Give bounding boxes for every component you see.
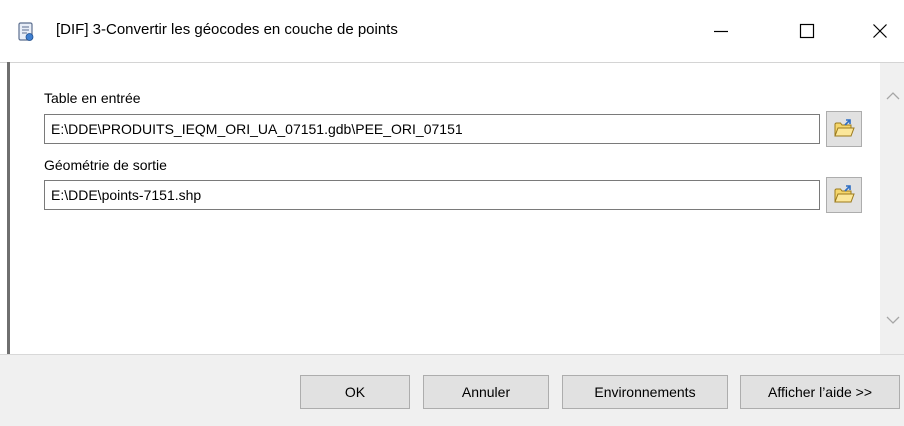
scroll-down-icon[interactable]	[886, 315, 900, 325]
script-tool-icon	[18, 22, 34, 41]
open-folder-icon	[834, 119, 855, 137]
title-bar[interactable]: [DIF] 3-Convertir les géocodes en couche…	[0, 0, 904, 62]
window-title: [DIF] 3-Convertir les géocodes en couche…	[56, 21, 398, 38]
environments-button[interactable]: Environnements	[562, 375, 728, 409]
input-table-label: Table en entrée	[44, 90, 141, 106]
ok-button[interactable]: OK	[300, 375, 410, 409]
scroll-up-icon[interactable]	[886, 91, 900, 101]
minimize-button[interactable]	[692, 0, 750, 62]
vertical-scrollbar[interactable]	[880, 63, 904, 354]
input-table-field[interactable]: E:\DDE\PRODUITS_IEQM_ORI_UA_07151.gdb\PE…	[44, 114, 820, 144]
close-icon	[873, 24, 887, 38]
maximize-button[interactable]	[778, 0, 836, 62]
output-geometry-field[interactable]: E:\DDE\points-7151.shp	[44, 180, 820, 210]
dialog-button-bar: OK Annuler Environnements Afficher l’aid…	[0, 354, 904, 426]
open-folder-icon	[834, 185, 855, 203]
close-button[interactable]	[851, 0, 904, 62]
show-help-button[interactable]: Afficher l’aide >>	[740, 375, 900, 409]
input-table-browse-button[interactable]	[826, 111, 862, 147]
cancel-button[interactable]: Annuler	[423, 375, 549, 409]
output-geometry-label: Géométrie de sortie	[44, 157, 167, 173]
output-geometry-browse-button[interactable]	[826, 177, 862, 213]
parameters-panel: Table en entrée E:\DDE\PRODUITS_IEQM_ORI…	[10, 63, 880, 354]
maximize-icon	[799, 23, 815, 39]
minimize-icon	[714, 30, 728, 33]
